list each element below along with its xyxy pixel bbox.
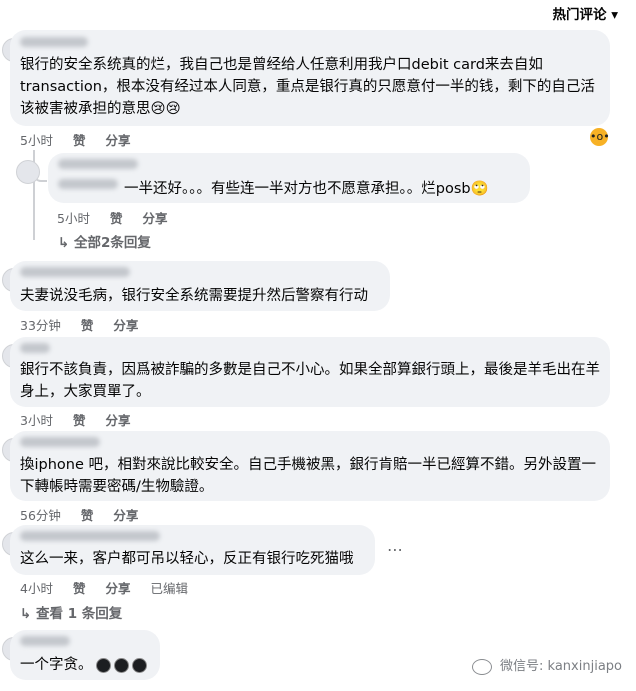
wechat-icon	[471, 658, 492, 675]
chevron-down-icon: ▾	[611, 7, 618, 23]
watermark-label: 微信号: kanxinjiapo	[500, 659, 622, 674]
share-button[interactable]: 分享	[105, 413, 130, 428]
wow-reaction-icon[interactable]: •o•	[590, 128, 610, 146]
like-button[interactable]: 赞	[73, 133, 86, 148]
comment-time[interactable]: 33分钟	[20, 318, 61, 333]
emoji-icon	[131, 657, 147, 673]
like-button[interactable]: 赞	[81, 508, 94, 523]
reply-arrow-icon: ↳	[58, 235, 70, 251]
sort-dropdown[interactable]: 热门评论 ▾	[553, 3, 618, 23]
share-button[interactable]: 分享	[105, 581, 130, 596]
emoji-icon	[95, 657, 111, 673]
author-name-blurred[interactable]	[20, 37, 88, 47]
comment-time[interactable]: 5小时	[57, 211, 90, 226]
author-name-blurred[interactable]	[20, 636, 70, 646]
like-button[interactable]: 赞	[73, 581, 86, 596]
watermark: 微信号: kanxinjiapo	[471, 655, 622, 675]
share-button[interactable]: 分享	[113, 318, 138, 333]
edited-label: 已编辑	[150, 581, 188, 596]
sort-label: 热门评论	[552, 7, 607, 23]
comment-time[interactable]: 5小时	[20, 133, 53, 148]
avatar[interactable]	[16, 160, 40, 184]
view-replies-link[interactable]: ↳ 全部2条回复	[58, 231, 151, 251]
share-button[interactable]: 分享	[105, 133, 130, 148]
like-button[interactable]: 赞	[110, 211, 123, 226]
share-button[interactable]: 分享	[142, 211, 167, 226]
reply-actions: 5小时 赞 分享	[57, 208, 183, 227]
comment-text: 銀行不該負責，因爲被詐騙的多數是自己不小心。如果全部算銀行頭上，最後是羊毛出在羊…	[20, 362, 600, 400]
view-replies-link[interactable]: ↳ 查看 1 条回复	[20, 602, 122, 622]
comment-text: 換iphone 吧，相對來說比較安全。自己手機被黑，銀行肯賠一半已經算不錯。另外…	[20, 457, 597, 495]
author-name-blurred[interactable]	[20, 437, 100, 447]
comment-time[interactable]: 4小时	[20, 581, 53, 596]
emoji-icon	[113, 657, 129, 673]
comment-text: 一个字贪。	[20, 657, 93, 673]
author-name-blurred[interactable]	[20, 531, 160, 541]
comment-time[interactable]: 56分钟	[20, 508, 61, 523]
author-name-blurred[interactable]	[20, 343, 50, 353]
comment-time[interactable]: 3小时	[20, 413, 53, 428]
like-button[interactable]: 赞	[73, 413, 86, 428]
comment-actions: 4小时 赞 分享 已编辑	[20, 578, 204, 597]
reply-arrow-icon: ↳	[20, 606, 32, 622]
comment-text: 这么一来，客户都可吊以轻心，反正有银行吃死猫哦	[20, 551, 354, 567]
text-blurred	[58, 179, 118, 189]
comment-actions: 33分钟 赞 分享	[20, 315, 154, 334]
comment-text: 夫妻说没毛病，银行安全系统需要提升然后警察有行动	[20, 288, 368, 304]
comment-text: 银行的安全系统真的烂，我自己也是曾经给人任意利用我户口debit card来去自…	[20, 57, 595, 117]
share-button[interactable]: 分享	[113, 508, 138, 523]
more-options-icon[interactable]: ⋯	[387, 540, 404, 559]
author-name-blurred[interactable]	[20, 267, 130, 277]
reply-text: 一半还好。。。有些连一半对方也不愿意承担。。烂posb🙄	[124, 181, 489, 197]
like-button[interactable]: 赞	[81, 318, 94, 333]
comment-actions: 5小时 赞 分享	[20, 130, 146, 149]
comment-text-row: 一个字贪。	[20, 654, 160, 676]
author-name-blurred[interactable]	[58, 159, 138, 169]
comment-actions: 3小时 赞 分享	[20, 410, 146, 429]
comment-actions: 56分钟 赞 分享	[20, 505, 154, 524]
